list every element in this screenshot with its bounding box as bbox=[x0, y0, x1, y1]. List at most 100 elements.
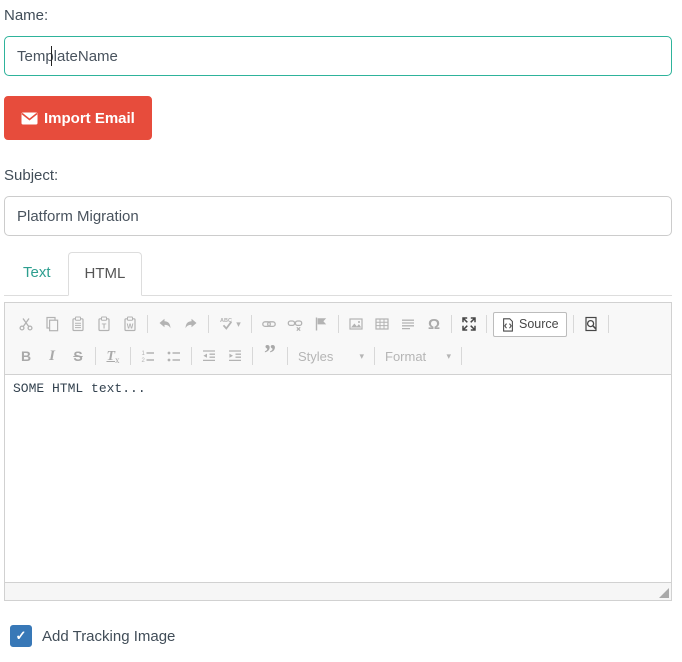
name-input[interactable] bbox=[4, 36, 672, 76]
paste-plain-text-button[interactable]: T bbox=[91, 312, 117, 336]
editor-status-bar bbox=[5, 582, 671, 600]
tracking-checkbox[interactable]: ✓ bbox=[10, 625, 32, 647]
text-cursor bbox=[51, 46, 52, 66]
editor-toolbar: T W bbox=[5, 303, 671, 375]
remove-format-icon: Tx bbox=[106, 347, 119, 365]
link-button[interactable] bbox=[256, 312, 282, 336]
toolbar-separator bbox=[251, 315, 252, 333]
spell-check-icon: ABC bbox=[219, 316, 235, 332]
subject-label: Subject: bbox=[4, 167, 674, 184]
preview-icon bbox=[583, 316, 599, 332]
tab-text[interactable]: Text bbox=[6, 251, 68, 295]
preview-button[interactable] bbox=[578, 312, 604, 336]
name-input-wrap bbox=[4, 36, 672, 76]
tracking-option: ✓ Add Tracking Image bbox=[4, 625, 674, 647]
copy-icon bbox=[44, 316, 60, 332]
toolbar-separator bbox=[486, 315, 487, 333]
table-icon bbox=[374, 316, 390, 332]
source-button[interactable]: Source bbox=[493, 312, 567, 337]
source-button-label: Source bbox=[519, 317, 559, 331]
paste-plain-text-icon: T bbox=[96, 316, 112, 332]
paste-icon bbox=[70, 316, 86, 332]
indent-button[interactable] bbox=[222, 344, 248, 368]
svg-text:1: 1 bbox=[142, 351, 146, 357]
remove-format-button[interactable]: Tx bbox=[100, 344, 126, 368]
source-code-icon bbox=[501, 317, 515, 332]
outdent-icon bbox=[201, 348, 217, 364]
maximize-icon bbox=[461, 316, 477, 332]
bold-icon: B bbox=[21, 348, 31, 364]
image-icon bbox=[348, 316, 364, 332]
toolbar-separator bbox=[451, 315, 452, 333]
horizontal-rule-button[interactable] bbox=[395, 312, 421, 336]
html-source-editor: T W bbox=[4, 302, 672, 601]
toolbar-separator bbox=[191, 347, 192, 365]
link-icon bbox=[261, 316, 277, 332]
email-template-form: Name: Import Email Subject: Text HTML bbox=[0, 0, 682, 647]
blockquote-icon: ” bbox=[264, 349, 276, 363]
toolbar-row-1: T W bbox=[13, 308, 665, 340]
styles-dropdown-label: Styles bbox=[298, 349, 333, 364]
tracking-label: Add Tracking Image bbox=[42, 628, 175, 645]
name-label: Name: bbox=[4, 7, 674, 24]
envelope-icon bbox=[21, 112, 38, 125]
svg-text:2: 2 bbox=[142, 358, 146, 364]
unlink-icon bbox=[287, 316, 303, 332]
bold-button[interactable]: B bbox=[13, 344, 39, 368]
subject-input[interactable] bbox=[4, 196, 672, 236]
toolbar-separator bbox=[208, 315, 209, 333]
toolbar-separator bbox=[287, 347, 288, 365]
strikethrough-button[interactable]: S bbox=[65, 344, 91, 368]
svg-text:T: T bbox=[102, 321, 107, 330]
bulleted-list-icon bbox=[166, 348, 182, 364]
toolbar-row-2: B I S Tx 1 2 bbox=[13, 340, 665, 372]
blockquote-button[interactable]: ” bbox=[257, 344, 283, 368]
omega-icon: Ω bbox=[428, 316, 440, 333]
redo-icon bbox=[183, 316, 199, 332]
numbered-list-icon: 1 2 bbox=[140, 348, 156, 364]
italic-icon: I bbox=[49, 348, 55, 365]
chevron-down-icon: ▾ bbox=[236, 319, 241, 330]
italic-button[interactable]: I bbox=[39, 344, 65, 368]
tab-html[interactable]: HTML bbox=[68, 252, 143, 296]
toolbar-separator bbox=[147, 315, 148, 333]
toolbar-separator bbox=[608, 315, 609, 333]
toolbar-separator bbox=[461, 347, 462, 365]
outdent-button[interactable] bbox=[196, 344, 222, 368]
chevron-down-icon: ▾ bbox=[359, 351, 364, 362]
checkmark-icon: ✓ bbox=[16, 628, 27, 644]
format-dropdown[interactable]: Format ▾ bbox=[379, 344, 457, 368]
editor-tabs: Text HTML bbox=[4, 251, 672, 296]
cut-button[interactable] bbox=[13, 312, 39, 336]
import-email-button[interactable]: Import Email bbox=[4, 96, 152, 140]
unlink-button[interactable] bbox=[282, 312, 308, 336]
numbered-list-button[interactable]: 1 2 bbox=[135, 344, 161, 368]
import-email-label: Import Email bbox=[44, 110, 135, 127]
paste-from-word-icon: W bbox=[122, 316, 138, 332]
paste-from-word-button[interactable]: W bbox=[117, 312, 143, 336]
toolbar-separator bbox=[95, 347, 96, 365]
spell-check-button[interactable]: ABC ▾ bbox=[213, 312, 247, 336]
toolbar-separator bbox=[374, 347, 375, 365]
source-code-textarea[interactable]: SOME HTML text... bbox=[5, 375, 671, 582]
toolbar-separator bbox=[573, 315, 574, 333]
flag-icon bbox=[313, 316, 329, 332]
resize-handle-icon[interactable] bbox=[659, 588, 669, 598]
bulleted-list-button[interactable] bbox=[161, 344, 187, 368]
undo-button[interactable] bbox=[152, 312, 178, 336]
paste-button[interactable] bbox=[65, 312, 91, 336]
anchor-button[interactable] bbox=[308, 312, 334, 336]
table-button[interactable] bbox=[369, 312, 395, 336]
maximize-button[interactable] bbox=[456, 312, 482, 336]
special-character-button[interactable]: Ω bbox=[421, 312, 447, 336]
undo-icon bbox=[157, 316, 173, 332]
toolbar-separator bbox=[338, 315, 339, 333]
strikethrough-icon: S bbox=[73, 348, 82, 364]
svg-text:W: W bbox=[127, 323, 134, 330]
toolbar-separator bbox=[252, 347, 253, 365]
redo-button[interactable] bbox=[178, 312, 204, 336]
copy-button[interactable] bbox=[39, 312, 65, 336]
horizontal-rule-icon bbox=[400, 316, 416, 332]
styles-dropdown[interactable]: Styles ▾ bbox=[292, 344, 370, 368]
image-button[interactable] bbox=[343, 312, 369, 336]
